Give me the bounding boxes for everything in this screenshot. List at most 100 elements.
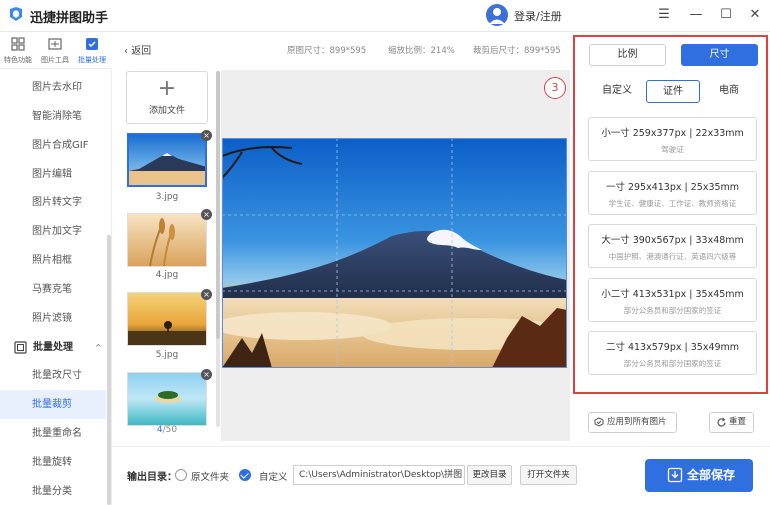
app-title: 迅捷拼图助手: [30, 11, 109, 26]
remove-thumbnail-icon[interactable]: ×: [201, 209, 212, 220]
sidebar-item-batch-rotate[interactable]: 批量旋转: [0, 448, 106, 477]
size-card-title: 小二寸 413x531px | 35x45mm: [601, 289, 744, 300]
sidebar-item-batch-resize[interactable]: 批量改尺寸: [0, 361, 106, 390]
refresh-icon: [717, 417, 726, 427]
open-folder-button[interactable]: 打开文件夹: [520, 465, 577, 485]
thumbnail-5[interactable]: [127, 292, 207, 346]
feature-tabs: 特色功能 图片工具 批量处理: [0, 33, 112, 69]
size-card-desc: 部分公务员和部分国家的签证: [623, 359, 722, 368]
output-path-field[interactable]: C:\Users\Administrator\Desktop\拼图: [293, 465, 465, 485]
sidebar-item-batch-crop[interactable]: 批量裁剪: [0, 390, 106, 419]
size-card-desc: 中国护照、港澳通行证、英语四六级等: [608, 252, 737, 261]
change-dir-button[interactable]: 更改目录: [467, 465, 512, 485]
sidebar-item-batch-classify[interactable]: 批量分类: [0, 477, 106, 505]
sidebar-item-edit[interactable]: 图片编辑: [0, 160, 106, 189]
sidebar-scrollbar[interactable]: [107, 235, 111, 505]
thumbnail-name: 4.jpg: [155, 270, 179, 280]
output-dir-label: 输出目录：: [127, 472, 177, 483]
grid-icon: [11, 37, 25, 51]
thumbnail-4[interactable]: [127, 213, 207, 267]
size-card-title: 一寸 295x413px | 25x35mm: [605, 182, 740, 193]
apply-to-all-label: 应用到所有图片: [607, 417, 667, 427]
mode-ratio-button[interactable]: 比例: [589, 44, 666, 66]
add-file-button[interactable]: + 添加文件: [126, 71, 208, 124]
batch-group-icon: [14, 341, 27, 354]
mode-size-button[interactable]: 尺寸: [681, 44, 758, 66]
size-card[interactable]: 大一寸 390x567px | 33x48mm 中国护照、港澳通行证、英语四六级…: [588, 224, 757, 268]
size-card[interactable]: 一寸 295x413px | 25x35mm 学生证、健康证、工作证、教师资格证: [588, 171, 757, 215]
tab-batch-label: 批量处理: [78, 56, 106, 64]
subtab-custom[interactable]: 自定义: [590, 80, 644, 103]
cropped-size-text: 裁剪后尺寸：899*595: [473, 46, 561, 56]
subtab-ecommerce[interactable]: 电商: [702, 80, 756, 103]
zoom-text: 缩放比例：214%: [388, 46, 455, 56]
sidebar-item-smart-eraser[interactable]: 智能消除笔: [0, 102, 106, 131]
size-card[interactable]: 小一寸 259x377px | 22x33mm 驾驶证: [588, 117, 757, 161]
app-logo-icon: [10, 7, 22, 21]
page-counter: 4/50: [127, 425, 207, 435]
preview-image[interactable]: [222, 138, 567, 368]
sidebar-item-ocr[interactable]: 图片转文字: [0, 188, 106, 217]
sidebar-item-gif[interactable]: 图片合成GIF: [0, 131, 106, 160]
chevron-up-icon: ^: [95, 343, 102, 352]
radio-original-folder[interactable]: [175, 469, 187, 481]
apply-icon: [594, 417, 604, 427]
step-badge: 3: [544, 77, 566, 99]
sidebar-item-remove-watermark[interactable]: 图片去水印: [0, 73, 106, 102]
tab-featured[interactable]: 特色功能: [0, 33, 36, 69]
minimize-icon[interactable]: —: [686, 5, 706, 25]
maximize-icon[interactable]: ☐: [716, 5, 736, 25]
add-file-label: 添加文件: [148, 106, 185, 116]
tab-image-tools[interactable]: 图片工具: [37, 33, 73, 69]
sidebar: 图片去水印 智能消除笔 图片合成GIF 图片编辑 图片转文字 图片加文字 照片相…: [0, 70, 112, 505]
original-size-text: 原图尺寸：899*595: [287, 46, 367, 56]
size-card[interactable]: 小二寸 413x531px | 35x45mm 部分公务员和部分国家的签证: [588, 278, 757, 322]
thumbnail-island[interactable]: [127, 372, 207, 426]
back-button[interactable]: ‹ 返回: [124, 42, 151, 57]
thumbnail-name: 3.jpg: [155, 192, 179, 202]
plus-icon: +: [157, 76, 177, 101]
menu-icon[interactable]: ☰: [654, 5, 674, 25]
remove-thumbnail-icon[interactable]: ×: [201, 130, 212, 141]
mountain-thumbnail-image: [129, 135, 205, 185]
reset-label: 重置: [729, 417, 747, 427]
mountain-photo-image: [222, 138, 567, 368]
reset-button[interactable]: 重置: [709, 412, 754, 433]
size-card-desc: 学生证、健康证、工作证、教师资格证: [608, 199, 737, 208]
save-all-label: 全部保存: [687, 468, 736, 482]
original-folder-label: 原文件夹: [191, 472, 230, 483]
user-icon: [489, 8, 505, 24]
island-thumbnail-image: [128, 373, 206, 425]
sidebar-item-batch-rename[interactable]: 批量重命名: [0, 419, 106, 448]
tab-batch[interactable]: 批量处理: [74, 33, 110, 69]
login-link[interactable]: 登录/注册: [514, 8, 562, 24]
batch-icon: [86, 38, 98, 50]
size-card[interactable]: 二寸 413x579px | 35x49mm 部分公务员和部分国家的签证: [588, 331, 757, 375]
page-total: /50: [162, 425, 178, 435]
sidebar-group-batch[interactable]: 批量处理 ^: [0, 335, 106, 361]
thumbnail-scrollbar[interactable]: [216, 71, 220, 339]
remove-thumbnail-icon[interactable]: ×: [201, 369, 212, 380]
thumbnail-name: 5.jpg: [155, 350, 179, 360]
size-card-title: 大一寸 390x567px | 33x48mm: [601, 235, 744, 246]
save-all-button[interactable]: 全部保存: [645, 459, 753, 492]
sunset-thumbnail-image: [128, 293, 206, 345]
wheat-thumbnail-image: [128, 214, 206, 266]
sidebar-item-frame[interactable]: 照片相框: [0, 246, 106, 275]
tab-featured-label: 特色功能: [4, 56, 32, 64]
image-tool-icon: [48, 38, 62, 50]
remove-thumbnail-icon[interactable]: ×: [201, 289, 212, 300]
download-icon: [667, 467, 683, 483]
sidebar-group-label: 批量处理: [33, 342, 73, 353]
sidebar-item-mosaic[interactable]: 马赛克笔: [0, 275, 106, 304]
size-card-title: 二寸 413x579px | 35x49mm: [605, 342, 740, 353]
sidebar-item-filter[interactable]: 照片滤镜: [0, 304, 106, 333]
tab-image-tools-label: 图片工具: [41, 56, 69, 64]
subtab-id-photo[interactable]: 证件: [646, 80, 700, 103]
close-icon[interactable]: ✕: [745, 5, 765, 25]
thumbnail-3[interactable]: [127, 133, 207, 187]
avatar[interactable]: [486, 4, 508, 26]
radio-custom-folder[interactable]: [239, 469, 251, 481]
sidebar-item-add-text[interactable]: 图片加文字: [0, 217, 106, 246]
apply-to-all-button[interactable]: 应用到所有图片: [588, 412, 677, 433]
